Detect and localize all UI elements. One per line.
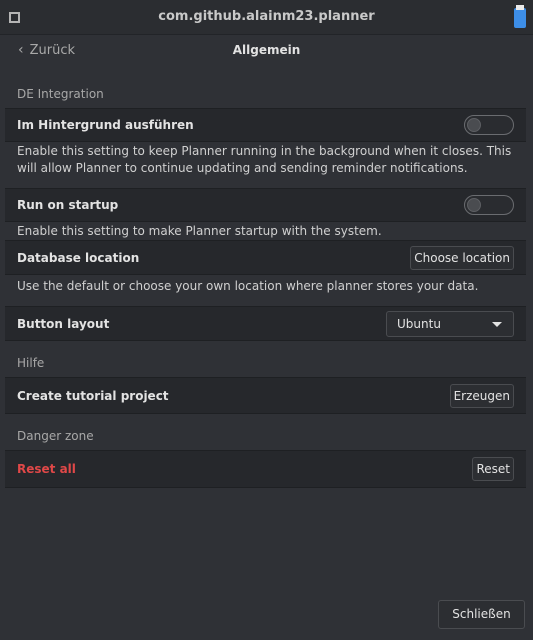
window-title: com.github.alainm23.planner (158, 9, 375, 24)
setting-row-background: Im Hintergrund ausführen (5, 108, 526, 142)
setting-label-database: Database location (17, 250, 140, 265)
section-title-danger-zone: Danger zone (17, 429, 94, 443)
setting-row-startup: Run on startup (5, 188, 526, 222)
setting-label-button-layout: Button layout (17, 316, 110, 331)
planner-app-icon (514, 5, 526, 28)
setting-row-database: Database location Choose location (5, 240, 526, 275)
setting-label-reset: Reset all (17, 462, 76, 476)
button-layout-select[interactable]: Ubuntu (386, 310, 514, 337)
create-tutorial-button[interactable]: Erzeugen (449, 383, 514, 408)
startup-toggle[interactable] (464, 195, 514, 215)
section-title-help: Hilfe (17, 356, 45, 370)
reset-all-button[interactable]: Reset (472, 457, 514, 481)
window-titlebar[interactable]: com.github.alainm23.planner (0, 0, 533, 35)
toggle-knob (467, 198, 481, 212)
section-title-de-integration: DE Integration (17, 87, 104, 101)
button-layout-selected-value: Ubuntu (397, 316, 441, 331)
setting-label-background: Im Hintergrund ausführen (17, 118, 194, 132)
setting-description-database: Use the default or choose your own locat… (17, 279, 479, 293)
setting-row-button-layout: Button layout Ubuntu (5, 306, 526, 341)
setting-description-background: Enable this setting to keep Planner runn… (17, 144, 512, 175)
setting-row-tutorial: Create tutorial project Erzeugen (5, 377, 526, 414)
page-header: ‹ Zurück Allgemein (0, 35, 533, 75)
setting-label-tutorial: Create tutorial project (17, 388, 169, 403)
background-toggle[interactable] (464, 115, 514, 135)
close-button[interactable]: Schließen (438, 600, 525, 629)
toggle-knob (467, 118, 481, 132)
setting-row-reset: Reset all Reset (5, 450, 526, 488)
choose-location-button[interactable]: Choose location (410, 245, 514, 270)
setting-label-startup: Run on startup (17, 198, 119, 212)
page-title: Allgemein (232, 43, 301, 57)
caret-down-icon (492, 321, 502, 327)
setting-description-startup: Enable this setting to make Planner star… (17, 224, 382, 238)
